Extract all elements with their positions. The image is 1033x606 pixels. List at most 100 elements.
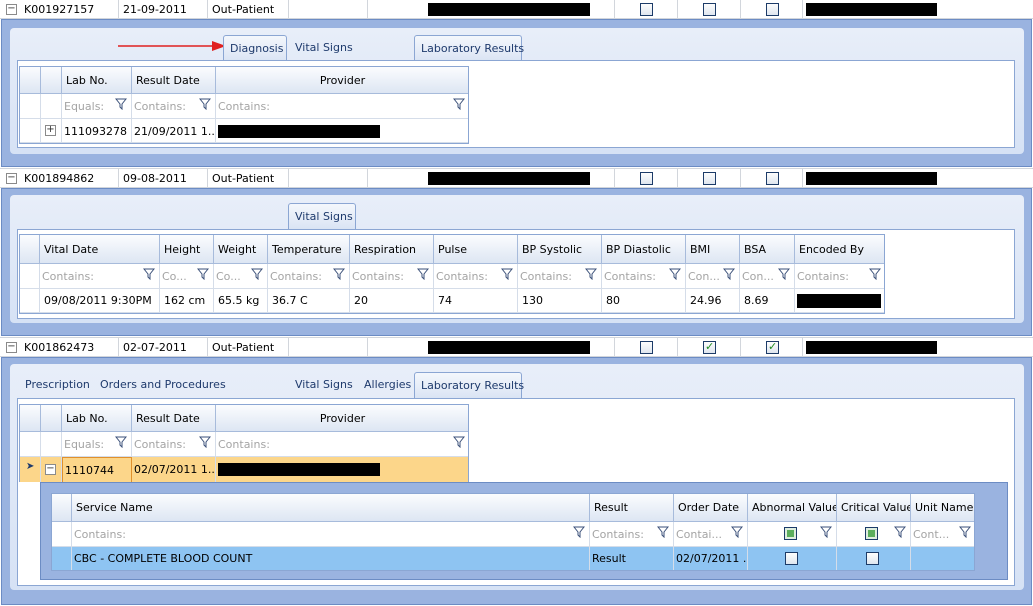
result-date-cell[interactable]: 21/09/2011 1... bbox=[132, 119, 216, 143]
master-row[interactable]: − K001862473 02-07-2011 Out-Patient bbox=[0, 337, 1033, 357]
filter-icon[interactable] bbox=[197, 268, 209, 280]
filter-icon[interactable] bbox=[894, 526, 906, 538]
filter-cell[interactable]: Contains: bbox=[216, 94, 468, 119]
encoded-by-cell[interactable] bbox=[795, 289, 884, 313]
tab-allergies[interactable]: Allergies bbox=[358, 372, 417, 398]
column-header[interactable]: Abnormal Value bbox=[748, 494, 837, 522]
vital-value-cell[interactable]: 20 bbox=[350, 289, 434, 313]
filter-cell[interactable]: Contains: bbox=[132, 432, 216, 457]
filter-cell[interactable]: Contai... bbox=[674, 522, 748, 547]
value-checkbox[interactable] bbox=[866, 552, 879, 565]
filter-icon[interactable] bbox=[657, 526, 669, 538]
filter-icon[interactable] bbox=[869, 268, 881, 280]
filter-cell[interactable]: Contains: bbox=[268, 264, 350, 289]
vital-value-cell[interactable]: 09/08/2011 9:30PM bbox=[40, 289, 160, 313]
filter-icon[interactable] bbox=[501, 268, 513, 280]
filter-cell[interactable]: Contains: bbox=[602, 264, 686, 289]
filter-cell[interactable]: Co... bbox=[214, 264, 268, 289]
filter-cell[interactable]: Co... bbox=[160, 264, 214, 289]
filter-icon[interactable] bbox=[778, 268, 790, 280]
filter-cell[interactable]: Con... bbox=[686, 264, 740, 289]
column-header[interactable]: Lab No. bbox=[62, 405, 132, 432]
filter-cell[interactable] bbox=[837, 522, 911, 547]
provider-cell[interactable] bbox=[216, 119, 468, 143]
row-checkbox[interactable] bbox=[766, 3, 779, 16]
filter-cell[interactable]: Cont... bbox=[911, 522, 974, 547]
expand-icon[interactable]: + bbox=[45, 125, 56, 136]
column-header[interactable]: Pulse bbox=[434, 235, 518, 264]
filter-cell[interactable]: Contains: bbox=[40, 264, 160, 289]
filter-cell[interactable]: Equals: bbox=[62, 94, 132, 119]
collapse-icon[interactable]: − bbox=[6, 342, 17, 353]
filter-icon[interactable] bbox=[959, 526, 971, 538]
tab-vital-signs[interactable]: Vital Signs bbox=[289, 372, 359, 398]
tab-orders-and-procedures[interactable]: Orders and Procedures bbox=[94, 372, 232, 398]
filter-cell[interactable]: Contains: bbox=[590, 522, 674, 547]
service-service-cell[interactable]: CBC - COMPLETE BLOOD COUNT bbox=[72, 547, 590, 570]
filter-icon[interactable] bbox=[143, 268, 155, 280]
filter-icon[interactable] bbox=[199, 98, 211, 110]
service-result-cell[interactable]: Result bbox=[590, 547, 674, 570]
tab-vital-signs[interactable]: Vital Signs bbox=[289, 35, 359, 61]
vital-value-cell[interactable]: 65.5 kg bbox=[214, 289, 268, 313]
filter-icon[interactable] bbox=[115, 98, 127, 110]
column-header[interactable]: Unit Name bbox=[911, 494, 974, 522]
row-checkbox[interactable] bbox=[766, 172, 779, 185]
lab-no-cell[interactable]: 111093278 bbox=[62, 119, 132, 143]
master-row[interactable]: − K001894862 09-08-2011 Out-Patient bbox=[0, 168, 1033, 188]
column-header[interactable]: Weight bbox=[214, 235, 268, 264]
filter-cell[interactable]: Contains: bbox=[518, 264, 602, 289]
tab-diagnosis[interactable]: Diagnosis bbox=[223, 35, 287, 61]
row-checkbox[interactable] bbox=[703, 3, 716, 16]
filter-icon[interactable] bbox=[669, 268, 681, 280]
filter-icon[interactable] bbox=[453, 98, 465, 110]
column-header[interactable]: BP Diastolic bbox=[602, 235, 686, 264]
collapse-icon[interactable]: − bbox=[6, 173, 17, 184]
column-header[interactable]: Result Date bbox=[132, 405, 216, 432]
filter-icon[interactable] bbox=[115, 436, 127, 448]
vital-value-cell[interactable]: 24.96 bbox=[686, 289, 740, 313]
filter-cell[interactable]: Contains: bbox=[72, 522, 590, 547]
filter-cell[interactable]: Contains: bbox=[216, 432, 468, 457]
filter-cell[interactable]: Contains: bbox=[350, 264, 434, 289]
column-header[interactable]: Temperature bbox=[268, 235, 350, 264]
column-header[interactable]: Result bbox=[590, 494, 674, 522]
provider-cell[interactable] bbox=[216, 457, 468, 482]
vital-value-cell[interactable]: 8.69 bbox=[740, 289, 795, 313]
collapse-icon[interactable]: − bbox=[6, 4, 17, 15]
row-checkbox[interactable] bbox=[640, 341, 653, 354]
filter-icon[interactable] bbox=[585, 268, 597, 280]
column-header[interactable]: Encoded By bbox=[795, 235, 884, 264]
column-header[interactable]: Service Name bbox=[72, 494, 590, 522]
filter-cell[interactable]: Contains: bbox=[132, 94, 216, 119]
filter-icon[interactable] bbox=[573, 526, 585, 538]
column-header[interactable]: Provider bbox=[216, 67, 468, 94]
vital-value-cell[interactable]: 130 bbox=[518, 289, 602, 313]
lab-no-cell[interactable]: 1110744 bbox=[62, 457, 132, 482]
collapse-icon[interactable]: − bbox=[45, 464, 56, 475]
filter-icon[interactable] bbox=[820, 526, 832, 538]
filter-icon[interactable] bbox=[723, 268, 735, 280]
column-header[interactable]: Vital Date bbox=[40, 235, 160, 264]
tab-laboratory-results[interactable]: Laboratory Results bbox=[414, 35, 524, 61]
master-row[interactable]: − K001927157 21-09-2011 Out-Patient bbox=[0, 0, 1033, 19]
column-header[interactable]: Critical Value bbox=[837, 494, 911, 522]
column-header[interactable]: Result Date bbox=[132, 67, 216, 94]
column-header[interactable]: Order Date bbox=[674, 494, 748, 522]
filter-icon[interactable] bbox=[251, 268, 263, 280]
vital-value-cell[interactable]: 162 cm bbox=[160, 289, 214, 313]
row-checkbox[interactable] bbox=[640, 3, 653, 16]
row-checkbox[interactable] bbox=[640, 172, 653, 185]
column-header[interactable]: Lab No. bbox=[62, 67, 132, 94]
filter-icon[interactable] bbox=[333, 268, 345, 280]
column-header[interactable]: Provider bbox=[216, 405, 468, 432]
value-checkbox[interactable] bbox=[785, 552, 798, 565]
result-date-cell[interactable]: 02/07/2011 1... bbox=[132, 457, 216, 482]
vital-value-cell[interactable]: 74 bbox=[434, 289, 518, 313]
filter-icon[interactable] bbox=[731, 526, 743, 538]
filter-cell[interactable]: Contains: bbox=[795, 264, 884, 289]
filter-cell[interactable]: Contains: bbox=[434, 264, 518, 289]
filter-checkbox-icon[interactable] bbox=[865, 527, 878, 540]
tab-vital-signs[interactable]: Vital Signs bbox=[288, 203, 356, 229]
critical-value-cell[interactable] bbox=[837, 547, 911, 570]
